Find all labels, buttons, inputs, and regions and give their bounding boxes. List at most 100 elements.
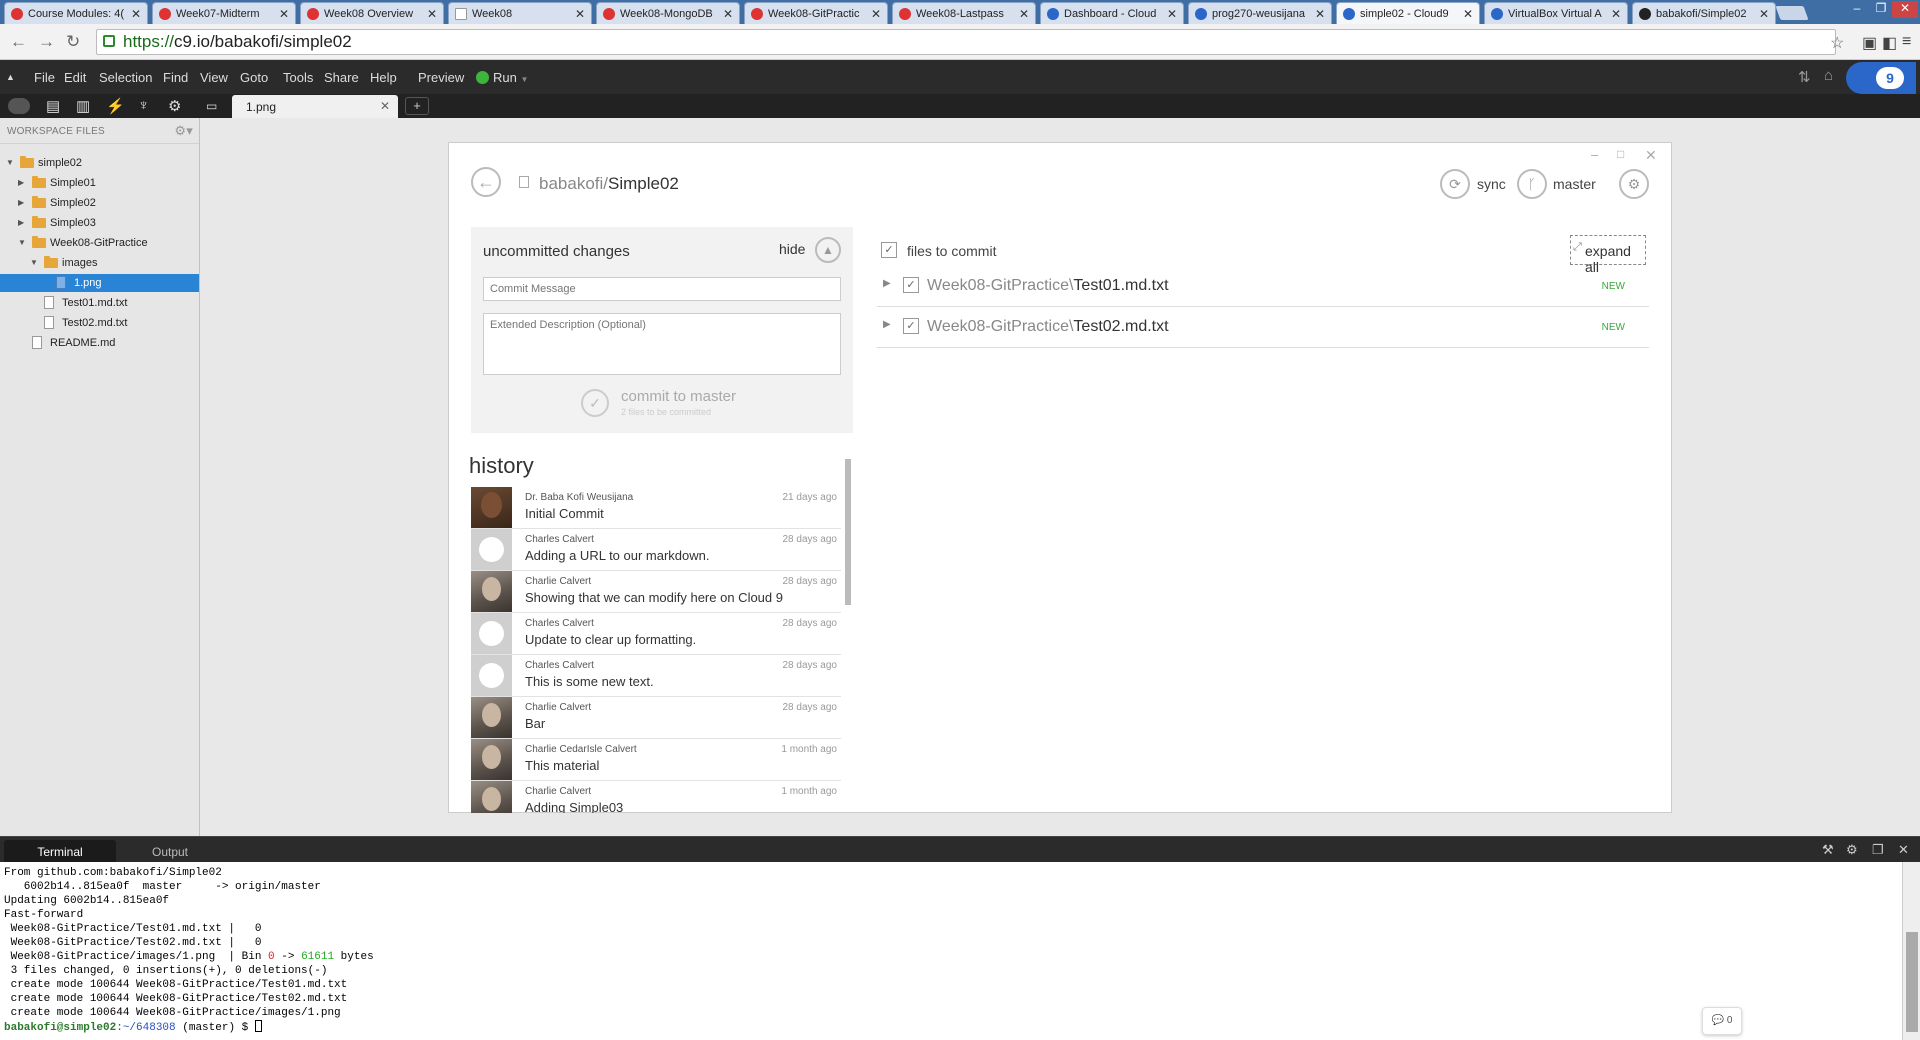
extension-icon[interactable]: ▣: [1862, 33, 1877, 53]
history-item[interactable]: Charles Calvert 28 days ago Adding a URL t…: [471, 529, 841, 571]
extended-description-input[interactable]: [483, 313, 841, 375]
c9-account-button[interactable]: 9: [1846, 62, 1916, 94]
broom-icon[interactable]: ⚒: [1822, 842, 1834, 858]
terminal-scrollbar[interactable]: [1902, 862, 1920, 1040]
menu-find[interactable]: Find: [163, 70, 188, 85]
commit-button[interactable]: commit to master: [621, 388, 736, 405]
branch-button[interactable]: master: [1553, 176, 1596, 192]
sidebar-gear-icon[interactable]: ⚙▾: [174, 123, 193, 139]
tab-close-icon[interactable]: ✕: [575, 7, 585, 21]
history-item[interactable]: Charlie CedarIsle Calvert 1 month ago This…: [471, 739, 841, 781]
window-close-icon[interactable]: ✕: [1892, 1, 1918, 18]
commit-message-input[interactable]: [483, 277, 841, 301]
tree-folder[interactable]: ▼ Week08-GitPractice: [0, 234, 199, 252]
editor-tab[interactable]: 1.png ✕: [232, 95, 398, 118]
bookmark-star-icon[interactable]: ☆: [1830, 33, 1844, 53]
panel-close-icon[interactable]: ✕: [1645, 147, 1657, 164]
tree-file[interactable]: README.md: [0, 334, 199, 352]
tab-close-icon[interactable]: ✕: [1611, 7, 1621, 21]
file-checkbox[interactable]: ✓: [903, 318, 919, 334]
extension-icon[interactable]: ◧: [1882, 33, 1897, 53]
tree-folder[interactable]: ▶ Simple02: [0, 194, 199, 212]
file-to-commit-row[interactable]: ▶ ✓ Week08-GitPractice\Test01.md.txt NEW: [877, 267, 1649, 307]
menu-selection[interactable]: Selection: [99, 70, 152, 85]
new-tab-button[interactable]: [1775, 6, 1809, 20]
tree-folder[interactable]: ▶ Simple03: [0, 214, 199, 232]
run-man-icon[interactable]: ⚡: [106, 97, 125, 115]
browser-tab[interactable]: Week08-GitPractic ✕: [744, 2, 888, 24]
tab-close-icon[interactable]: ✕: [427, 7, 437, 21]
file-checkbox[interactable]: ✓: [903, 277, 919, 293]
reload-icon[interactable]: ↻: [66, 32, 80, 52]
tab-close-icon[interactable]: ✕: [1019, 7, 1029, 21]
menu-file[interactable]: File: [34, 70, 55, 85]
tree-file[interactable]: 1.png: [0, 274, 199, 292]
expand-all-button[interactable]: expand all: [1570, 235, 1646, 275]
tree-folder[interactable]: ▼ images: [0, 254, 199, 272]
new-editor-tab-button[interactable]: +: [405, 97, 429, 115]
menu-edit[interactable]: Edit: [64, 70, 86, 85]
sync-icon[interactable]: ⟳: [1440, 169, 1470, 199]
panel-minimize-icon[interactable]: –: [1591, 147, 1598, 162]
browser-tab[interactable]: babakofi/Simple02 ✕: [1632, 2, 1776, 24]
files-to-commit-checkbox[interactable]: ✓: [881, 242, 897, 258]
tab-close-icon[interactable]: ✕: [279, 7, 289, 21]
terminal-prompt[interactable]: babakofi@simple02:~/648308 (master) $: [4, 1020, 1898, 1035]
terminal-gear-icon[interactable]: ⚙: [1846, 842, 1858, 858]
debug-icon[interactable]: ♆: [138, 97, 149, 114]
tab-close-icon[interactable]: ✕: [131, 7, 141, 21]
scrollbar-thumb[interactable]: [1906, 932, 1918, 1032]
git-settings-gear-icon[interactable]: ⚙: [1619, 169, 1649, 199]
chevron-down-icon[interactable]: ▼: [6, 154, 14, 172]
forward-icon[interactable]: →: [38, 32, 55, 52]
panel-toggle-icon[interactable]: ▭: [206, 99, 217, 113]
branch-icon[interactable]: ᚴ: [1517, 169, 1547, 199]
tab-output[interactable]: Output: [130, 840, 210, 863]
restore-icon[interactable]: ❐: [1868, 1, 1894, 18]
menu-view[interactable]: View: [200, 70, 228, 85]
browser-tab[interactable]: Week08 Overview ✕: [300, 2, 444, 24]
file-to-commit-row[interactable]: ▶ ✓ Week08-GitPractice\Test02.md.txt NEW: [877, 308, 1649, 348]
history-item[interactable]: Charles Calvert 28 days ago Update to clea…: [471, 613, 841, 655]
terminal-output[interactable]: From github.com:babakofi/Simple02 6002b1…: [0, 862, 1902, 1040]
run-button[interactable]: Run ▼: [476, 70, 528, 85]
menu-share[interactable]: Share: [324, 70, 359, 85]
chevron-right-icon[interactable]: ▶: [883, 319, 891, 330]
tab-close-icon[interactable]: ✕: [380, 99, 390, 113]
browser-tab[interactable]: VirtualBox Virtual A ✕: [1484, 2, 1628, 24]
browser-tab[interactable]: Week08-Lastpass ✕: [892, 2, 1036, 24]
tab-close-icon[interactable]: ✕: [1759, 7, 1769, 21]
url-input[interactable]: https://c9.io/babakofi/simple02: [96, 29, 1836, 55]
menu-help[interactable]: Help: [370, 70, 397, 85]
history-item[interactable]: Charles Calvert 28 days ago This is some n…: [471, 655, 841, 697]
panel-maximize-icon[interactable]: □: [1617, 147, 1624, 161]
browser-tab[interactable]: simple02 - Cloud9 ✕: [1336, 2, 1480, 24]
commit-check-icon[interactable]: ✓: [581, 389, 609, 417]
panel-restore-icon[interactable]: ❐: [1872, 842, 1884, 858]
chevron-right-icon[interactable]: ▶: [883, 278, 891, 289]
back-arrow-icon[interactable]: ←: [471, 167, 501, 197]
minimize-icon[interactable]: –: [1844, 1, 1870, 18]
chevron-right-icon[interactable]: ▶: [18, 214, 24, 232]
browser-tab[interactable]: prog270-weusijana ✕: [1188, 2, 1332, 24]
history-scrollbar[interactable]: [845, 459, 851, 605]
browser-tab[interactable]: Course Modules: 4(✕: [4, 2, 148, 24]
save-icon[interactable]: ▤: [46, 97, 60, 115]
chat-button[interactable]: 💬 0: [1702, 1007, 1742, 1035]
collab-icon[interactable]: ⇅: [1798, 68, 1811, 86]
gear-icon[interactable]: ⚙: [168, 97, 181, 115]
tree-file[interactable]: Test02.md.txt: [0, 314, 199, 332]
tab-close-icon[interactable]: ✕: [723, 7, 733, 21]
save-all-icon[interactable]: ▥: [76, 97, 90, 115]
chevron-down-icon[interactable]: ▼: [18, 234, 26, 252]
tab-terminal[interactable]: Terminal: [4, 840, 116, 863]
menu-goto[interactable]: Goto: [240, 70, 268, 85]
home-icon[interactable]: ⌂: [1824, 67, 1833, 84]
chevron-right-icon[interactable]: ▶: [18, 194, 24, 212]
history-item[interactable]: Dr. Baba Kofi Weusijana 21 days ago Initia…: [471, 487, 841, 529]
menu-tools[interactable]: Tools: [283, 70, 313, 85]
history-item[interactable]: Charlie Calvert 28 days ago Bar: [471, 697, 841, 739]
chevron-right-icon[interactable]: ▶: [18, 174, 24, 192]
browser-tab[interactable]: Week08 ✕: [448, 2, 592, 24]
tree-file[interactable]: Test01.md.txt: [0, 294, 199, 312]
